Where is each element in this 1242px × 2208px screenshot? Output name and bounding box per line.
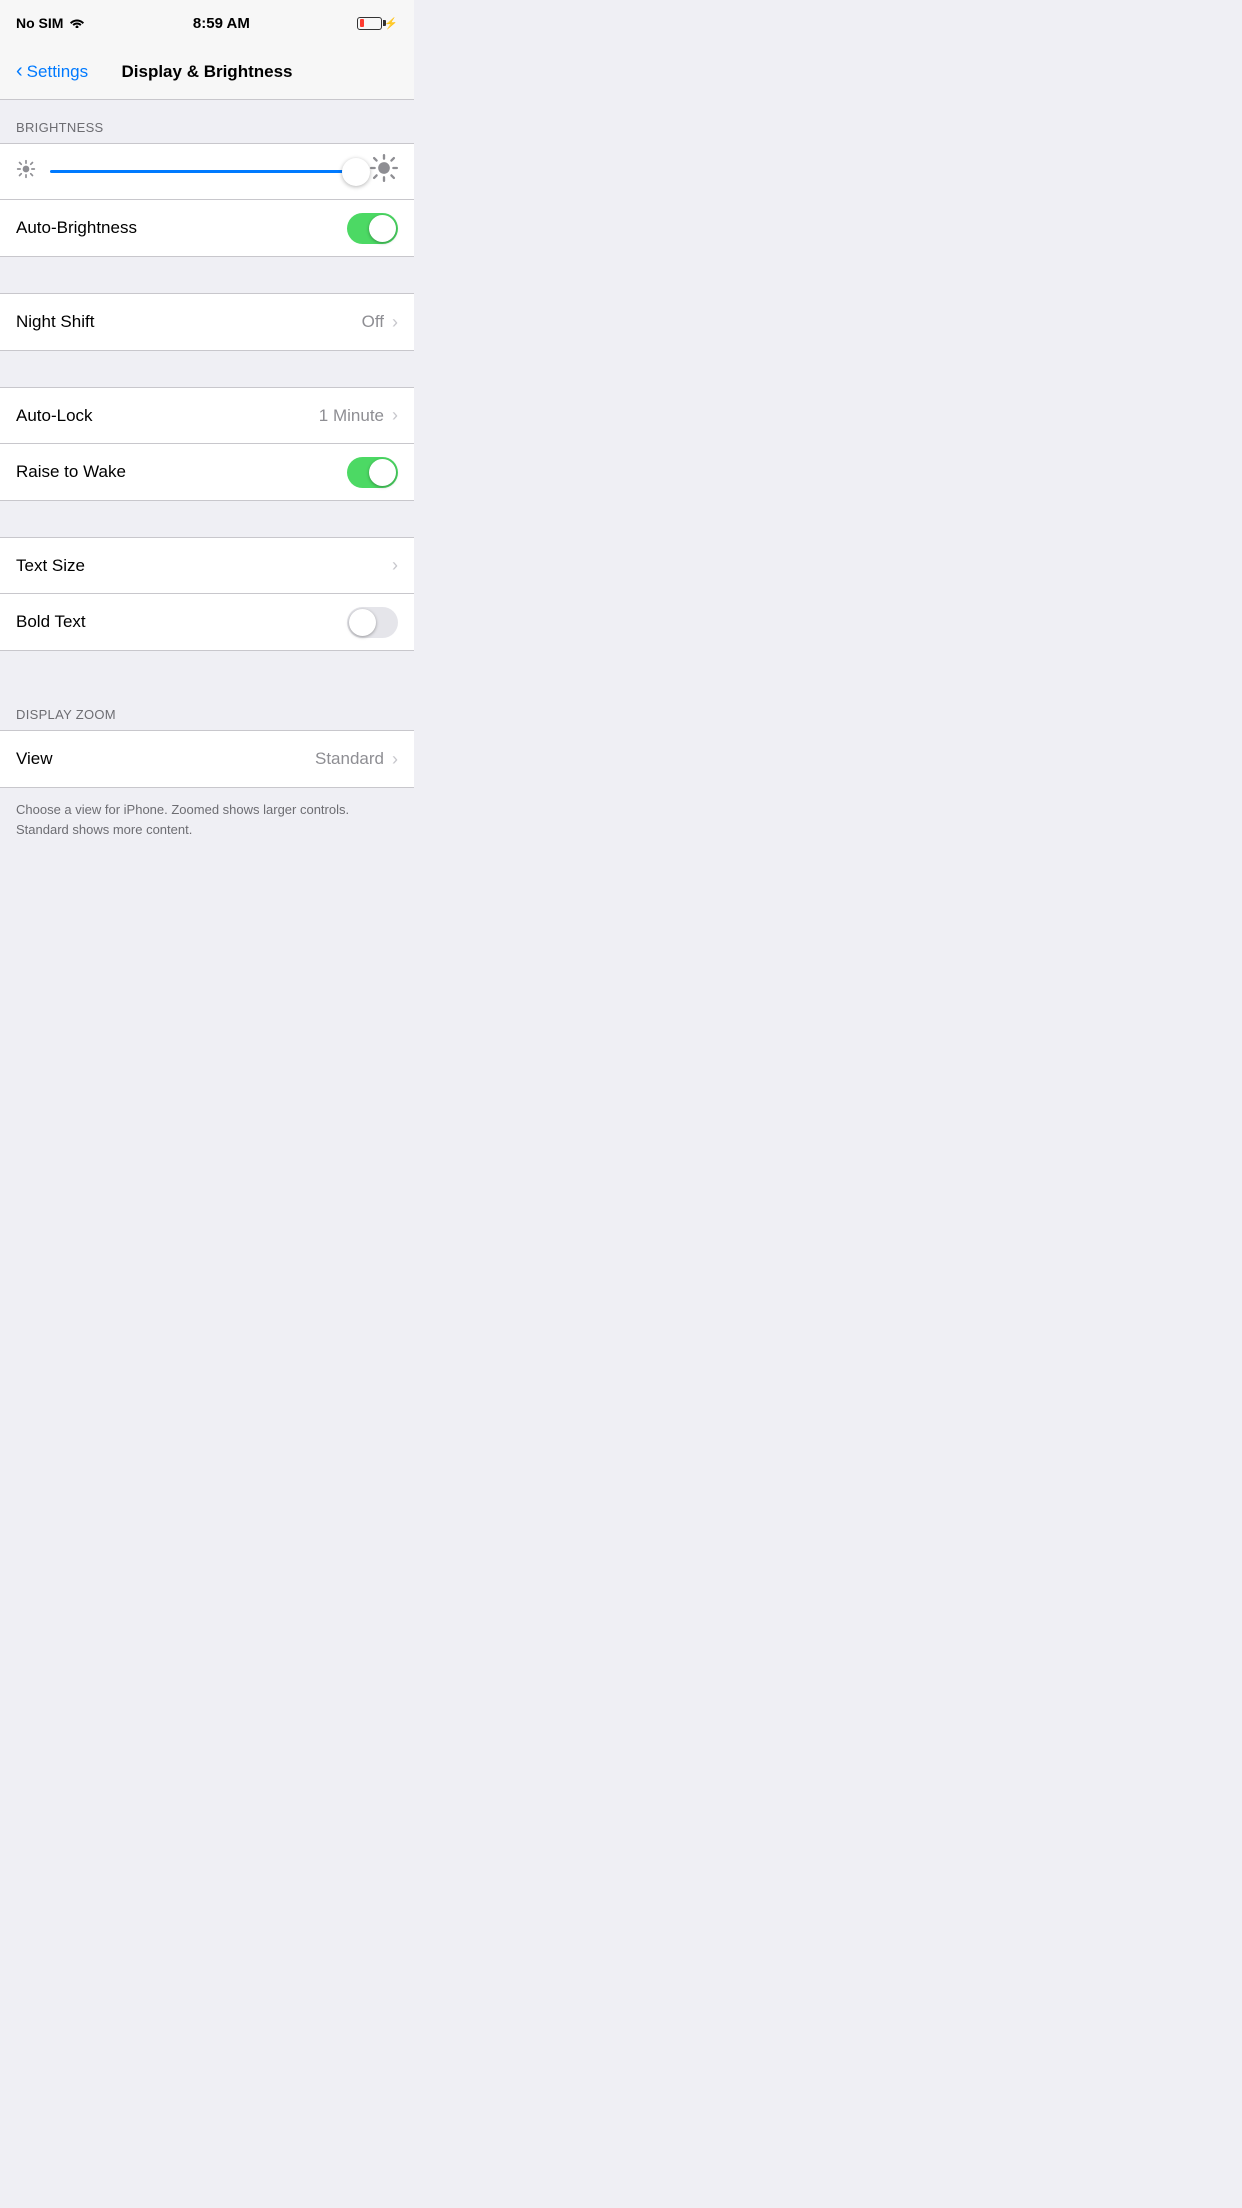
text-group: Text Size › Bold Text: [0, 537, 414, 651]
status-left: No SIM: [16, 15, 85, 31]
separator-3: [0, 501, 414, 537]
brightness-slider-track[interactable]: [50, 170, 356, 173]
page-title: Display & Brightness: [122, 62, 293, 82]
battery-container: ⚡: [357, 17, 398, 30]
back-chevron-icon: ‹: [16, 61, 23, 81]
night-shift-right: Off ›: [362, 312, 398, 333]
brightness-group: Auto-Brightness: [0, 143, 414, 257]
text-size-row[interactable]: Text Size ›: [0, 538, 414, 594]
night-shift-group: Night Shift Off ›: [0, 293, 414, 351]
display-zoom-section-header: DISPLAY ZOOM: [0, 687, 414, 730]
auto-brightness-row[interactable]: Auto-Brightness: [0, 200, 414, 256]
night-shift-value: Off: [362, 312, 384, 332]
raise-to-wake-label: Raise to Wake: [16, 462, 126, 482]
text-size-label: Text Size: [16, 556, 85, 576]
auto-lock-row[interactable]: Auto-Lock 1 Minute ›: [0, 388, 414, 444]
auto-lock-chevron-icon: ›: [392, 405, 398, 426]
auto-lock-right: 1 Minute ›: [319, 405, 398, 426]
status-right: ⚡: [357, 17, 398, 30]
carrier-text: No SIM: [16, 15, 63, 31]
separator-4: [0, 651, 414, 687]
bold-text-knob: [349, 609, 376, 636]
status-bar: No SIM 8:59 AM ⚡: [0, 0, 414, 44]
display-zoom-footer: Choose a view for iPhone. Zoomed shows l…: [0, 788, 414, 859]
auto-lock-value: 1 Minute: [319, 406, 384, 426]
nav-bar: ‹ Settings Display & Brightness: [0, 44, 414, 100]
brightness-section-header: BRIGHTNESS: [0, 100, 414, 143]
separator-1: [0, 257, 414, 293]
bold-text-label: Bold Text: [16, 612, 86, 632]
battery-icon: [357, 17, 382, 30]
battery-fill: [360, 19, 364, 27]
separator-2: [0, 351, 414, 387]
auto-brightness-toggle[interactable]: [347, 213, 398, 244]
view-value: Standard: [315, 749, 384, 769]
sun-large-icon: [370, 154, 398, 189]
view-label: View: [16, 749, 53, 769]
bold-text-toggle[interactable]: [347, 607, 398, 638]
bold-text-row[interactable]: Bold Text: [0, 594, 414, 650]
back-button[interactable]: ‹ Settings: [16, 62, 88, 82]
wifi-icon: [69, 15, 85, 31]
auto-brightness-label: Auto-Brightness: [16, 218, 137, 238]
view-right: Standard ›: [315, 749, 398, 770]
view-row[interactable]: View Standard ›: [0, 731, 414, 787]
sun-small-icon: [16, 159, 36, 185]
view-chevron-icon: ›: [392, 749, 398, 770]
raise-to-wake-toggle[interactable]: [347, 457, 398, 488]
lightning-icon: ⚡: [384, 17, 398, 30]
back-label[interactable]: Settings: [27, 62, 88, 82]
brightness-slider-thumb[interactable]: [342, 158, 370, 186]
status-time: 8:59 AM: [193, 15, 250, 32]
raise-to-wake-knob: [369, 459, 396, 486]
display-zoom-group: View Standard ›: [0, 730, 414, 788]
text-size-chevron-icon: ›: [392, 555, 398, 576]
night-shift-row[interactable]: Night Shift Off ›: [0, 294, 414, 350]
lock-wake-group: Auto-Lock 1 Minute › Raise to Wake: [0, 387, 414, 501]
brightness-slider-row[interactable]: [0, 144, 414, 200]
text-size-right: ›: [392, 555, 398, 576]
toggle-knob: [369, 215, 396, 242]
auto-lock-label: Auto-Lock: [16, 406, 93, 426]
raise-to-wake-row[interactable]: Raise to Wake: [0, 444, 414, 500]
night-shift-label: Night Shift: [16, 312, 94, 332]
night-shift-chevron-icon: ›: [392, 312, 398, 333]
